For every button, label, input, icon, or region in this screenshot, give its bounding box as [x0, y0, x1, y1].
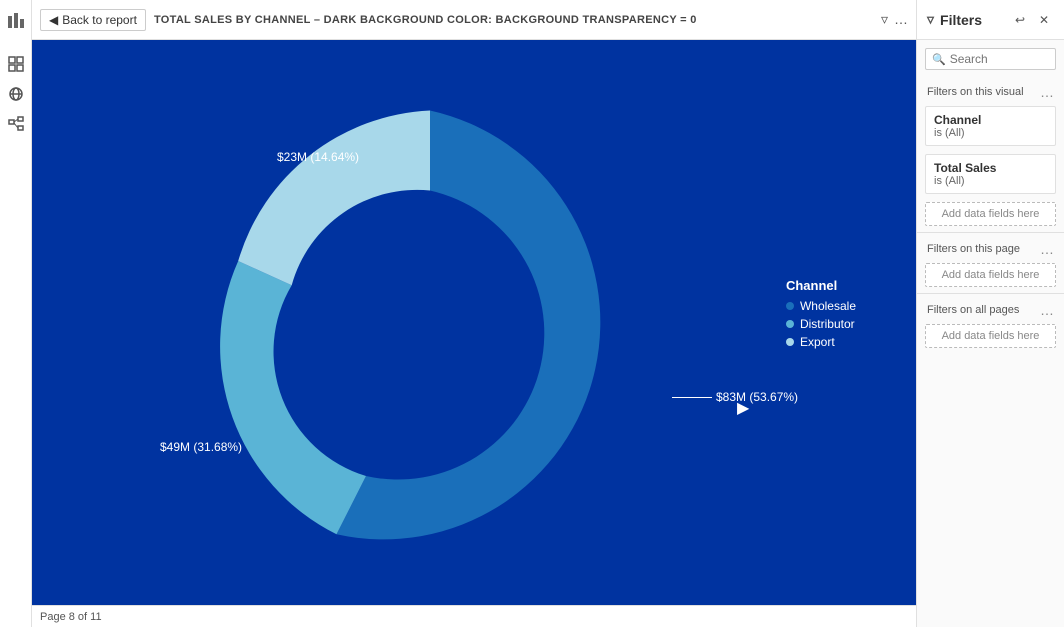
panel-close-icon[interactable]: ✕: [1034, 10, 1054, 30]
page-info: Page 8 of 11: [40, 611, 102, 623]
legend-export: Export: [786, 335, 856, 349]
panel-header-icons: ↩ ✕: [1010, 10, 1054, 30]
wholesale-legend-label: Wholesale: [800, 299, 856, 313]
filters-panel: ▿ Filters ↩ ✕ 🔍 Filters on this visual ……: [916, 0, 1064, 627]
chart-area: $23M (14.64%) $83M (53.67%) $49M (31.68%…: [32, 40, 916, 605]
total-sales-filter-value: is (All): [934, 175, 1047, 187]
export-dot: [786, 338, 794, 346]
page-title: TOTAL SALES BY CHANNEL – DARK BACKGROUND…: [154, 14, 697, 26]
page-filters-more[interactable]: …: [1040, 241, 1054, 257]
all-pages-filters-label: Filters on all pages: [927, 304, 1019, 316]
more-options-icon[interactable]: …: [894, 11, 908, 28]
panel-header: ▿ Filters ↩ ✕: [917, 0, 1064, 40]
legend-wholesale: Wholesale: [786, 299, 856, 313]
filter-search-box[interactable]: 🔍: [925, 48, 1056, 70]
bottom-bar: Page 8 of 11: [32, 605, 916, 627]
visual-filters-section-label: Filters on this visual …: [917, 78, 1064, 102]
all-pages-filters-section-label: Filters on all pages …: [917, 296, 1064, 320]
main-area: ◀ Back to report TOTAL SALES BY CHANNEL …: [32, 0, 916, 627]
divider-2: [917, 293, 1064, 294]
panel-title: Filters: [940, 12, 982, 28]
page-filters-section-label: Filters on this page …: [917, 235, 1064, 259]
back-to-report-button[interactable]: ◀ Back to report: [40, 9, 146, 31]
export-legend-label: Export: [800, 335, 835, 349]
legend-title: Channel: [786, 278, 856, 293]
add-all-pages-filter-button[interactable]: Add data fields here: [925, 324, 1056, 348]
add-visual-filter-button[interactable]: Add data fields here: [925, 202, 1056, 226]
legend-distributor: Distributor: [786, 317, 856, 331]
distributor-legend-label: Distributor: [800, 317, 855, 331]
total-sales-filter-card: Total Sales is (All): [925, 154, 1056, 194]
distributor-label: $49M (31.68%): [160, 440, 242, 454]
app-logo-icon[interactable]: [4, 8, 28, 32]
all-pages-filters-more[interactable]: …: [1040, 302, 1054, 318]
wholesale-label: $83M (53.67%): [672, 390, 798, 404]
data-icon[interactable]: [4, 82, 28, 106]
filter-panel-icon: ▿: [927, 11, 934, 28]
export-label: $23M (14.64%): [277, 150, 359, 164]
total-sales-filter-name: Total Sales: [934, 161, 1047, 175]
channel-filter-card: Channel is (All): [925, 106, 1056, 146]
channel-filter-value: is (All): [934, 127, 1047, 139]
visual-filters-label: Filters on this visual: [927, 86, 1024, 98]
back-arrow-icon: ◀: [49, 13, 58, 27]
left-sidebar: [0, 0, 32, 627]
page-filters-label: Filters on this page: [927, 243, 1020, 255]
wholesale-dot: [786, 302, 794, 310]
distributor-dot: [786, 320, 794, 328]
visual-filters-more[interactable]: …: [1040, 84, 1054, 100]
home-icon[interactable]: [4, 52, 28, 76]
search-icon: 🔍: [932, 53, 946, 66]
top-bar: ◀ Back to report TOTAL SALES BY CHANNEL …: [32, 0, 916, 40]
chart-legend: Channel Wholesale Distributor Export: [786, 278, 856, 353]
filter-icon[interactable]: ▿: [881, 11, 888, 28]
search-input[interactable]: [950, 52, 1049, 66]
channel-filter-name: Channel: [934, 113, 1047, 127]
panel-title-container: ▿ Filters: [927, 11, 982, 28]
model-icon[interactable]: [4, 112, 28, 136]
back-button-label: Back to report: [62, 13, 137, 27]
add-page-filter-button[interactable]: Add data fields here: [925, 263, 1056, 287]
panel-back-icon[interactable]: ↩: [1010, 10, 1030, 30]
divider-1: [917, 232, 1064, 233]
donut-chart: [170, 60, 690, 585]
